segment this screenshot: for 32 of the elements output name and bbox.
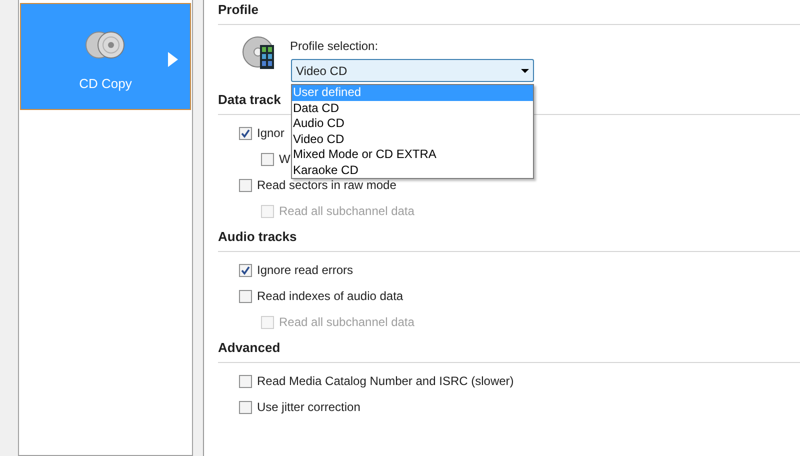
checkbox-label: Read all subchannel data [279, 203, 414, 220]
caret-icon [521, 68, 529, 72]
field-label: Profile selection: [290, 38, 380, 53]
checkbox-label: Read Media Catalog Number and ISRC (slower) [257, 373, 514, 390]
checkbox-label: Read sectors in raw mode [257, 177, 396, 194]
section-title: Audio tracks [218, 228, 297, 246]
checkbox[interactable] [239, 264, 252, 276]
dropdown-option[interactable]: Mixed Mode or CD EXTRA [292, 147, 533, 162]
dropdown-option[interactable]: Karaoke CD [292, 162, 533, 178]
checkbox-label: Ignore read errors [257, 262, 354, 279]
checkbox[interactable] [239, 400, 252, 414]
dropdown-option[interactable]: Data CD [292, 100, 533, 116]
checkbox[interactable] [239, 126, 252, 140]
checkbox-label: Read indexes of audio data [257, 288, 404, 305]
checkbox[interactable] [239, 374, 252, 388]
checkbox-label: Ignor [257, 125, 284, 142]
dropdown-option[interactable]: Video CD [292, 132, 533, 147]
section-title: Advanced [218, 338, 280, 356]
arrow-right-icon [168, 52, 178, 67]
section-title: Data track [218, 90, 281, 108]
disc-video-icon [242, 35, 276, 71]
section-title: Profile [218, 0, 258, 18]
checkbox-label: Read all subchannel data [279, 314, 414, 331]
dropdown-option[interactable]: Audio CD [292, 116, 533, 132]
item-label: CD Copy [79, 75, 132, 93]
checkbox[interactable] [239, 178, 252, 192]
checkbox-label: W [279, 151, 290, 168]
checkbox[interactable] [261, 152, 274, 166]
checkbox[interactable] [239, 290, 252, 302]
discs-icon [84, 30, 126, 60]
profile-dropdown[interactable]: Video CD [291, 59, 534, 82]
checkbox-label: Use jitter correction [257, 399, 360, 416]
